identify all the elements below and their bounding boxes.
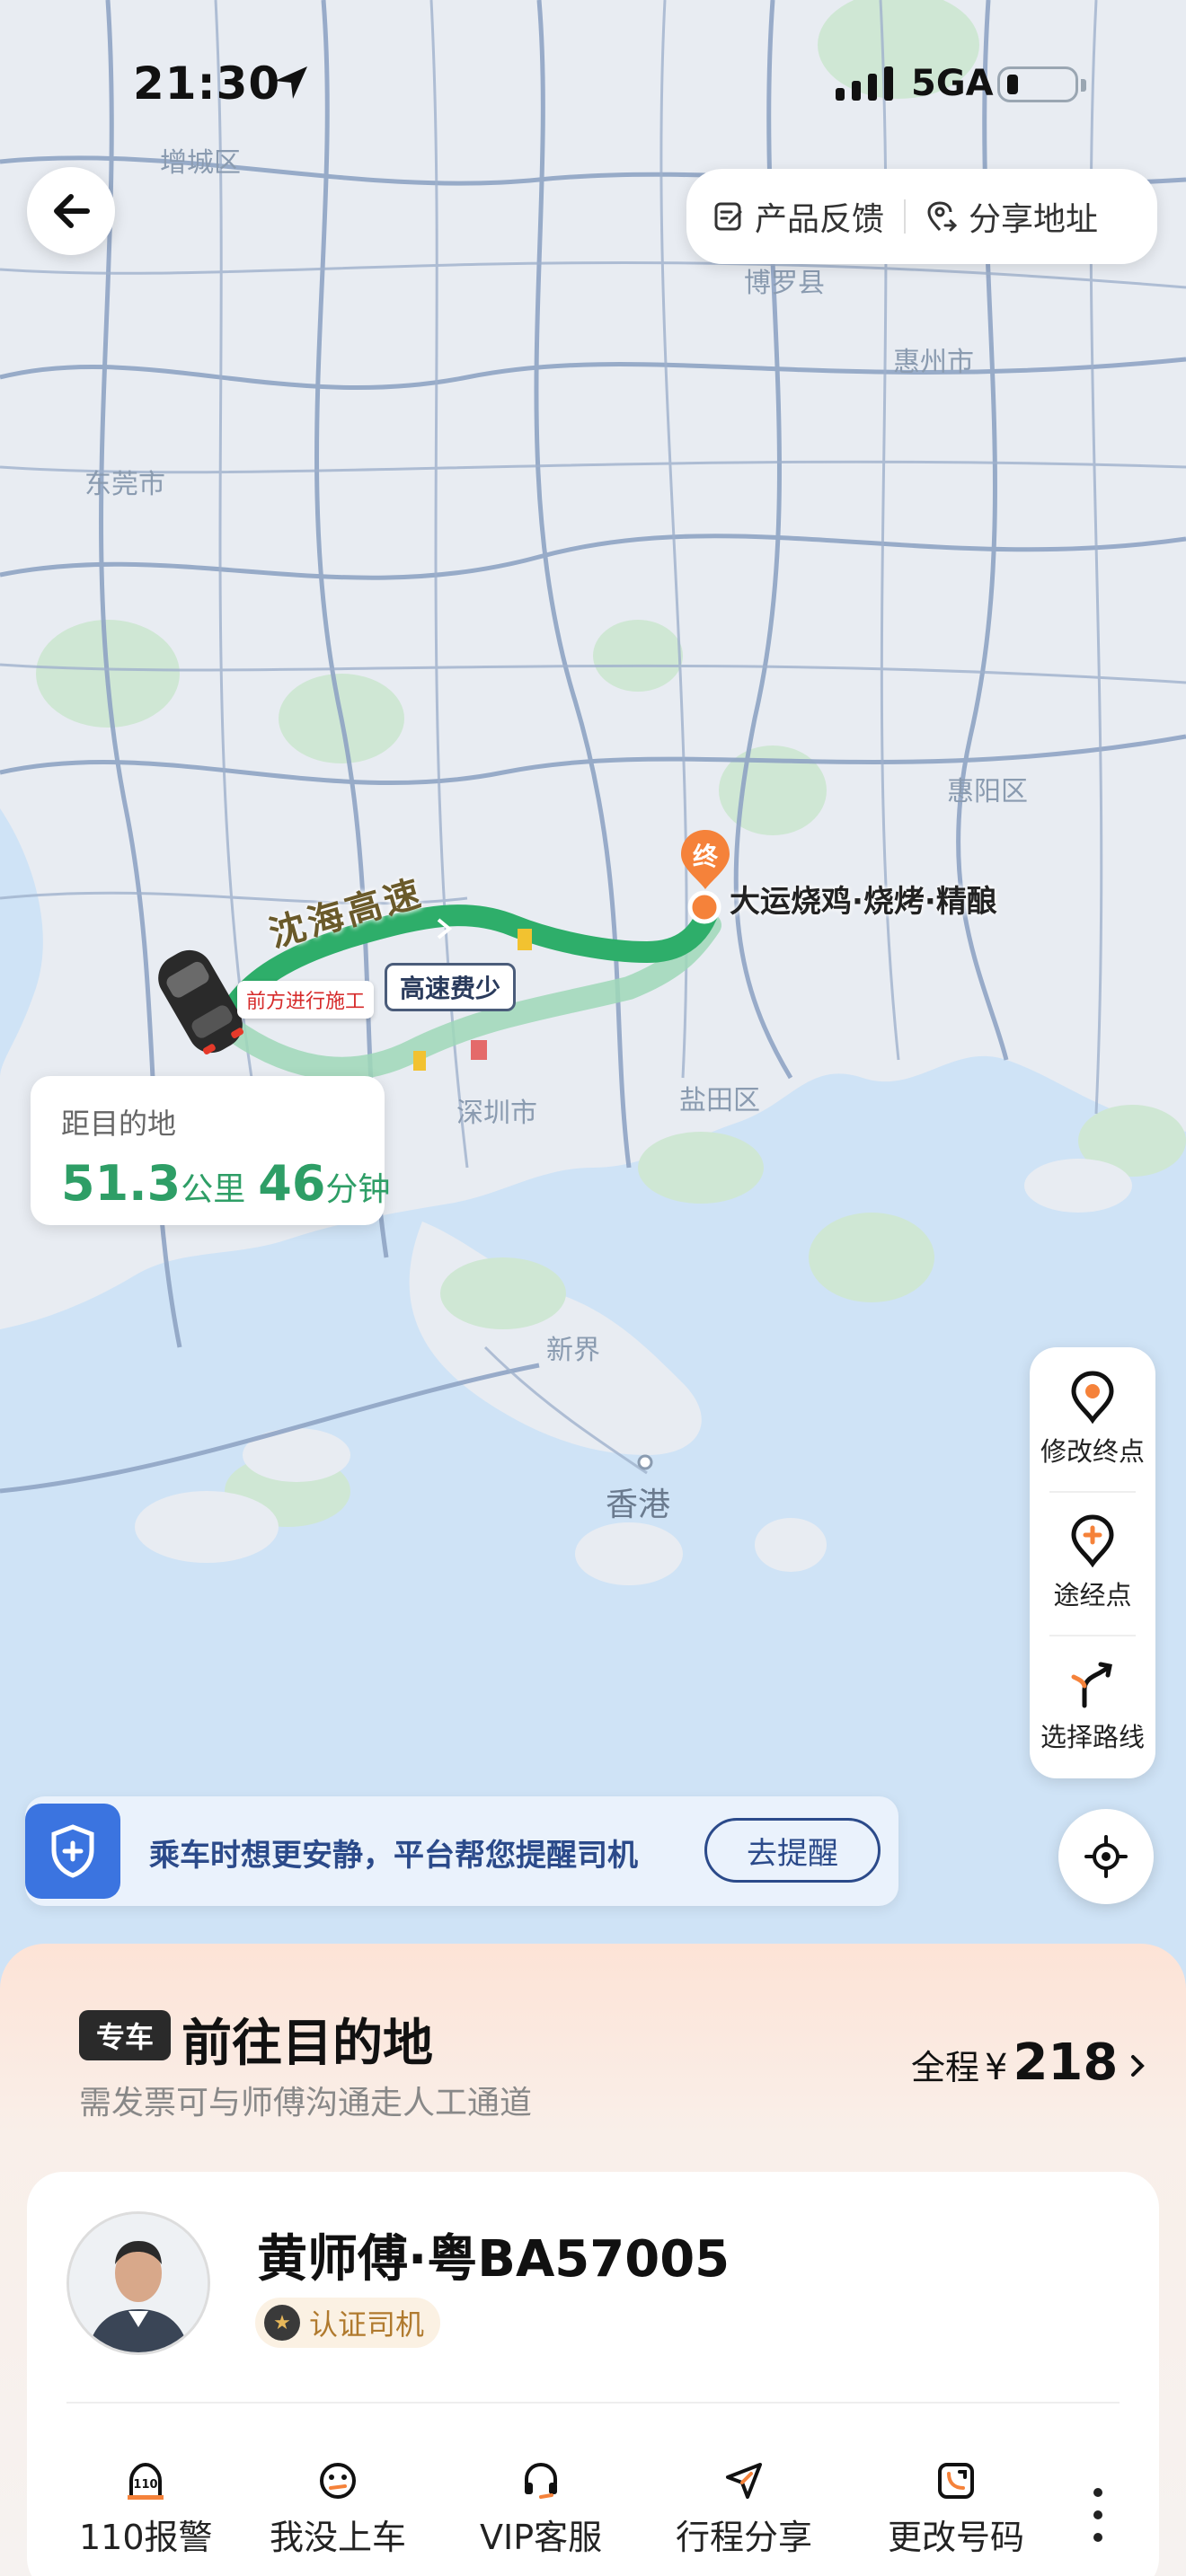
map-label-hongkong: 香港 [606,1486,671,1523]
status-time: 21:30 [133,57,281,110]
trip-share-button[interactable]: 行程分享 [676,2461,812,2576]
location-arrow-icon [275,66,307,99]
time-value: 46 [258,1155,326,1212]
construction-tag: 前方进行施工 [237,981,375,1019]
not-boarded-button[interactable]: 我没上车 [270,2461,406,2576]
police-110-button[interactable]: 110 110报警 [79,2461,213,2576]
vip-service-button[interactable]: VIP客服 [480,2461,602,2576]
certified-driver-badge: ★ 认证司机 [255,2298,441,2348]
back-button[interactable] [27,167,115,255]
remind-driver-button[interactable]: 去提醒 [704,1818,881,1883]
fare-currency: ¥ [985,2047,1008,2088]
crosshair-icon [1084,1835,1128,1878]
safety-message: 乘车时想更安静，平台帮您提醒司机 [149,1838,638,1874]
select-route-button[interactable]: 选择路线 [1030,1635,1155,1778]
police-110-icon: 110 [128,2462,164,2500]
driver-avatar[interactable] [66,2211,210,2355]
trip-subtitle: 需发票可与师傅沟通走人工通道 [79,2085,533,2122]
network-type: 5GA [911,63,994,104]
not-boarded-icon [320,2463,356,2499]
svg-text:110: 110 [134,2478,158,2492]
back-arrow-icon [54,194,90,228]
pin-icon [1071,1371,1114,1424]
shield-glyph [51,1824,94,1878]
map-label-zengcheng: 增城区 [160,147,241,179]
top-action-pill: 产品反馈 分享地址 [686,169,1157,264]
modify-destination-button[interactable]: 修改终点 [1030,1347,1155,1491]
map-label-huiyang: 惠阳区 [947,776,1028,807]
change-phone-label: 更改号码 [888,2518,1025,2557]
more-options-icon[interactable] [1084,2488,1112,2542]
end-marker-label: 终 [692,842,718,871]
destination-label: 大运烧鸡·烧烤·精酿 [730,884,997,920]
driver-photo [69,2214,208,2352]
share-address-label: 分享地址 [969,201,1099,238]
map-tools-panel: 修改终点 途经点 选择路线 [1030,1347,1155,1778]
distance-value: 51.3 [61,1155,181,1212]
trip-share-label: 行程分享 [676,2518,813,2557]
safety-banner: 乘车时想更安静，平台帮您提醒司机 去提醒 [25,1796,898,1906]
share-location-icon [927,201,958,232]
shield-plus-icon [25,1804,120,1899]
share-address-button[interactable]: 分享地址 [925,193,1098,240]
distance-unit: 公里 [181,1171,246,1208]
map-label-yantian: 盐田区 [679,1085,760,1116]
fare-prefix: 全程 [911,2048,980,2087]
battery-icon [997,66,1086,102]
distance-card: 距目的地 51.3公里 46分钟 [31,1076,390,1225]
modify-destination-label: 修改终点 [1040,1436,1145,1467]
certified-label: 认证司机 [309,2307,425,2342]
map-label-dongguan: 东莞市 [84,469,165,500]
end-marker[interactable]: 终 [679,828,731,891]
not-boarded-label: 我没上车 [270,2518,407,2557]
distance-card-label: 距目的地 [61,1107,177,1141]
share-plane-icon [726,2463,762,2499]
driver-name-plate: 黄师傅·粤BA57005 [257,2230,730,2289]
vip-service-label: VIP客服 [480,2518,603,2557]
headset-icon [525,2462,558,2499]
service-tag: 专车 [79,2010,171,2060]
signal-icon [836,66,893,101]
action-bar: 110 110报警 我没上车 VIP客服 行程分享 更改号码 [0,2461,1186,2576]
add-pin-icon [1071,1514,1114,1567]
waypoint-button[interactable]: 途经点 [1030,1491,1155,1635]
distance-card-values: 51.3公里 46分钟 [61,1155,390,1212]
change-phone-button[interactable]: 更改号码 [888,2461,1024,2576]
locate-me-button[interactable] [1058,1809,1154,1904]
map-label-xinjie: 新界 [546,1335,600,1366]
map-label-huizhou: 惠州市 [893,347,974,378]
trip-title: 前往目的地 [181,2015,433,2073]
highway-tag[interactable]: 高速费少 [385,963,517,1011]
time-unit: 分钟 [325,1171,391,1208]
change-phone-icon [938,2463,974,2499]
map-label-shenzhen: 深圳市 [456,1098,537,1129]
police-110-label: 110报警 [79,2518,213,2557]
waypoint-label: 途经点 [1053,1580,1132,1610]
map-label-boluo: 博罗县 [744,268,825,299]
fare-amount: 218 [1013,2033,1119,2092]
map-view[interactable]: 增城区 博罗县 惠州市 东莞市 惠阳区 深圳市 盐田区 新界 香港 终 大运烧鸡… [0,0,1186,1976]
driver-card-divider [66,2402,1120,2404]
certified-badge-icon: ★ [264,2305,300,2341]
feedback-label: 产品反馈 [755,201,885,238]
route-fork-icon [1071,1662,1112,1708]
chevron-right-icon [1131,2055,1146,2077]
status-bar: 21:30 5GA [0,54,1186,117]
feedback-edit-icon [714,202,742,231]
select-route-label: 选择路线 [1040,1722,1145,1752]
pill-divider [904,199,907,234]
feedback-button[interactable]: 产品反馈 [713,193,884,240]
fare-button[interactable]: 全程 ¥ 218 [911,2033,1146,2092]
